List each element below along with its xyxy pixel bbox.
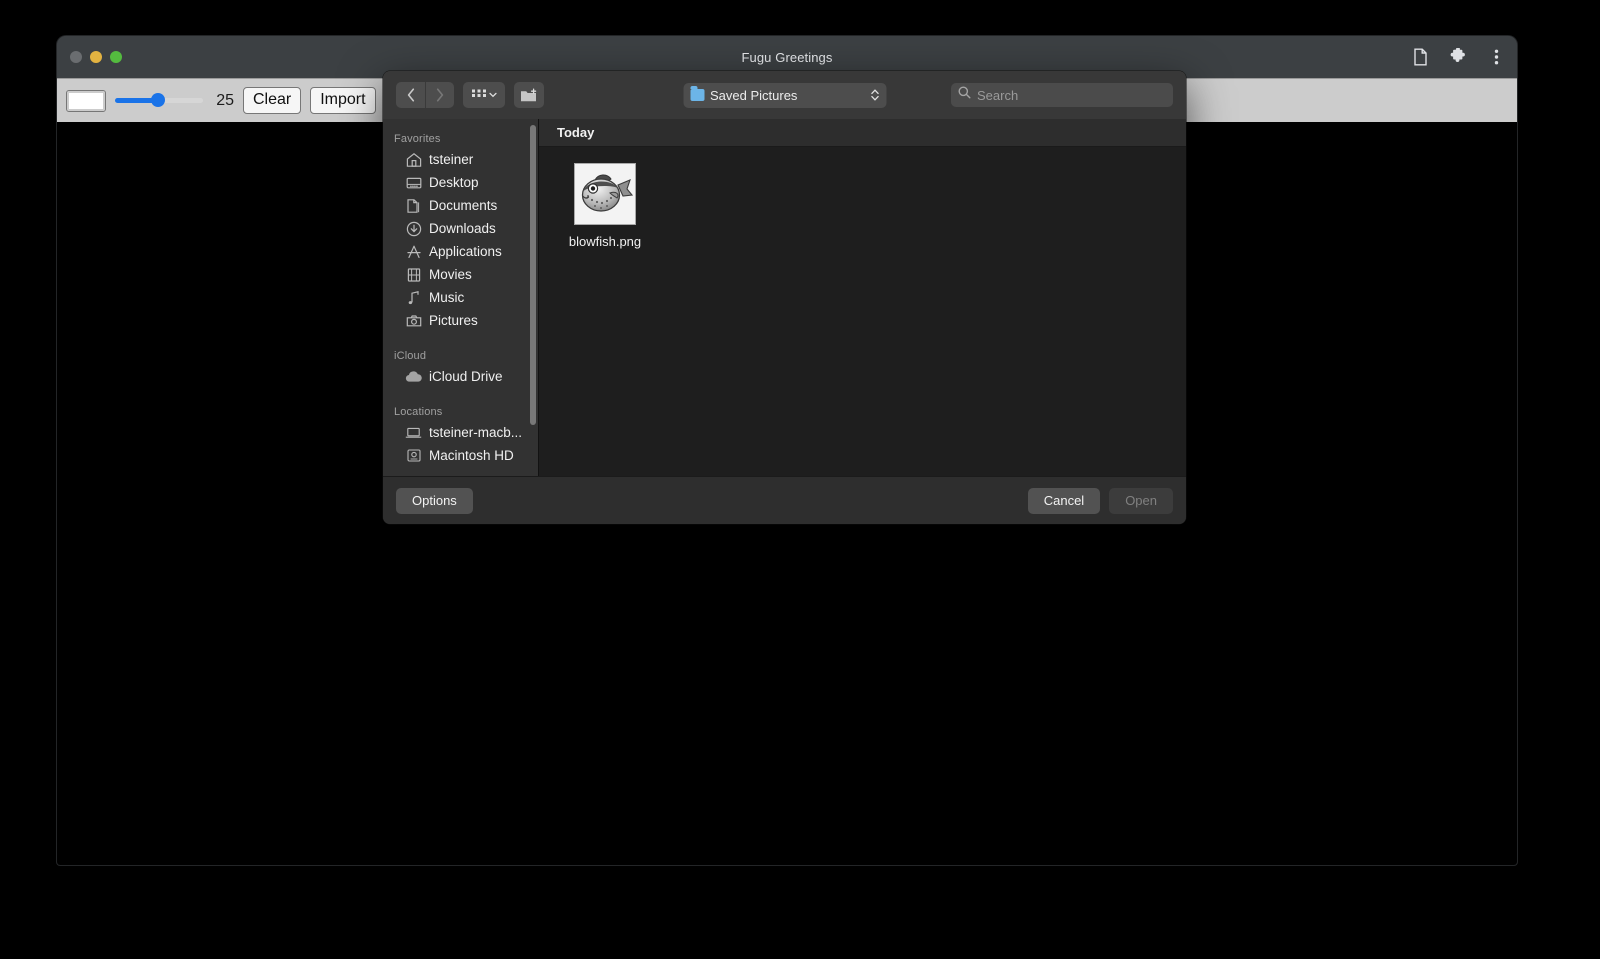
close-window-button[interactable] <box>70 51 82 63</box>
thickness-slider[interactable] <box>115 90 203 111</box>
page-title: Fugu Greetings <box>741 49 833 65</box>
dialog-footer: Options Cancel Open <box>383 476 1186 524</box>
downloads-icon <box>405 220 422 237</box>
file-grid: blowfish.png <box>539 147 1186 476</box>
back-button[interactable] <box>396 82 425 108</box>
documents-icon <box>405 197 422 214</box>
minimize-window-button[interactable] <box>90 51 102 63</box>
sidebar-item-icloud-drive[interactable]: iCloud Drive <box>383 365 538 388</box>
footer-actions: Cancel Open <box>1027 487 1173 514</box>
new-folder-button[interactable] <box>514 82 544 108</box>
cloud-icon <box>405 368 422 385</box>
sidebar-item-label: iCloud Drive <box>429 369 503 384</box>
sidebar-item-label: tsteiner <box>429 152 474 167</box>
page-icon[interactable] <box>1409 46 1431 68</box>
home-icon <box>405 151 422 168</box>
sidebar-item-label: tsteiner-macb... <box>429 425 523 440</box>
pictures-icon <box>405 312 422 329</box>
sidebar-item-pictures[interactable]: Pictures <box>383 309 538 332</box>
blowfish-thumbnail <box>574 163 636 225</box>
file-name-label: blowfish.png <box>568 234 642 249</box>
sidebar-item-label: Pictures <box>429 313 478 328</box>
sidebar-item-label: Applications <box>429 244 502 259</box>
clear-button[interactable]: Clear <box>243 86 302 115</box>
grid-icon <box>471 89 486 97</box>
sidebar-item-tsteiner[interactable]: tsteiner <box>383 148 538 171</box>
sidebar-item-documents[interactable]: Documents <box>383 194 538 217</box>
harddisk-icon <box>405 447 422 464</box>
file-list-pane: Today blowfish.png <box>538 119 1186 476</box>
cancel-button[interactable]: Cancel <box>1027 487 1101 514</box>
chevron-down-icon <box>488 92 497 98</box>
navigation-buttons <box>396 82 454 108</box>
file-group-header: Today <box>539 119 1186 147</box>
new-folder-icon <box>521 88 537 101</box>
forward-button[interactable] <box>425 82 454 108</box>
sidebar-item-downloads[interactable]: Downloads <box>383 217 538 240</box>
path-popup-button[interactable]: Saved Pictures <box>683 82 886 108</box>
more-menu-icon[interactable] <box>1485 46 1507 68</box>
thickness-value: 25 <box>216 91 234 109</box>
current-folder-label: Saved Pictures <box>710 87 798 103</box>
color-picker-swatch[interactable] <box>66 89 106 112</box>
list-item[interactable]: blowfish.png <box>559 163 651 249</box>
blowfish-icon <box>581 174 633 212</box>
import-button[interactable]: Import <box>310 86 376 115</box>
sidebar-item-label: Movies <box>429 267 472 282</box>
options-button[interactable]: Options <box>396 487 473 514</box>
sidebar-item-movies[interactable]: Movies <box>383 263 538 286</box>
music-icon <box>405 289 422 306</box>
file-open-dialog: Saved Pictures Search Favorites tsteiner… <box>383 71 1186 524</box>
sidebar-scrollbar[interactable] <box>530 125 536 425</box>
dialog-toolbar: Saved Pictures <box>383 71 1186 119</box>
sidebar-item-label: Documents <box>429 198 498 213</box>
sidebar-item-applications[interactable]: Applications <box>383 240 538 263</box>
search-input[interactable] <box>977 87 1166 103</box>
maximize-window-button[interactable] <box>110 51 122 63</box>
extensions-icon[interactable] <box>1447 46 1469 68</box>
sidebar-section-header-favorites: Favorites <box>394 133 441 145</box>
sidebar-section-header-locations: Locations <box>394 406 443 418</box>
screen: Fugu Greetings 25 Clear Import Saved Pic… <box>0 0 1600 959</box>
dialog-sidebar: Favorites tsteiner Desktop Documents Dow… <box>383 119 538 476</box>
desktop-icon <box>405 174 422 191</box>
chevron-updown-icon <box>870 88 879 102</box>
sidebar-item-label: Music <box>429 290 465 305</box>
search-icon <box>958 86 971 104</box>
movies-icon <box>405 266 422 283</box>
sidebar-item-label: Desktop <box>429 175 479 190</box>
sidebar-item-desktop[interactable]: Desktop <box>383 171 538 194</box>
traffic-lights <box>70 36 122 78</box>
sidebar-item-music[interactable]: Music <box>383 286 538 309</box>
open-button[interactable]: Open <box>1109 487 1173 514</box>
search-box[interactable] <box>951 83 1173 107</box>
sidebar-section-header-icloud: iCloud <box>394 350 427 362</box>
laptop-icon <box>405 424 422 441</box>
sidebar-item-label: Macintosh HD <box>429 448 514 463</box>
sidebar-item-tsteiner-macbook[interactable]: tsteiner-macb... <box>383 421 538 444</box>
sidebar-item-macintosh-hd[interactable]: Macintosh HD <box>383 444 538 467</box>
sidebar-item-label: Downloads <box>429 221 496 236</box>
titlebar-actions <box>1409 36 1507 78</box>
view-mode-grid-button[interactable] <box>463 82 505 108</box>
dialog-body: Favorites tsteiner Desktop Documents Dow… <box>383 119 1186 476</box>
applications-icon <box>405 243 422 260</box>
folder-icon <box>690 86 704 101</box>
